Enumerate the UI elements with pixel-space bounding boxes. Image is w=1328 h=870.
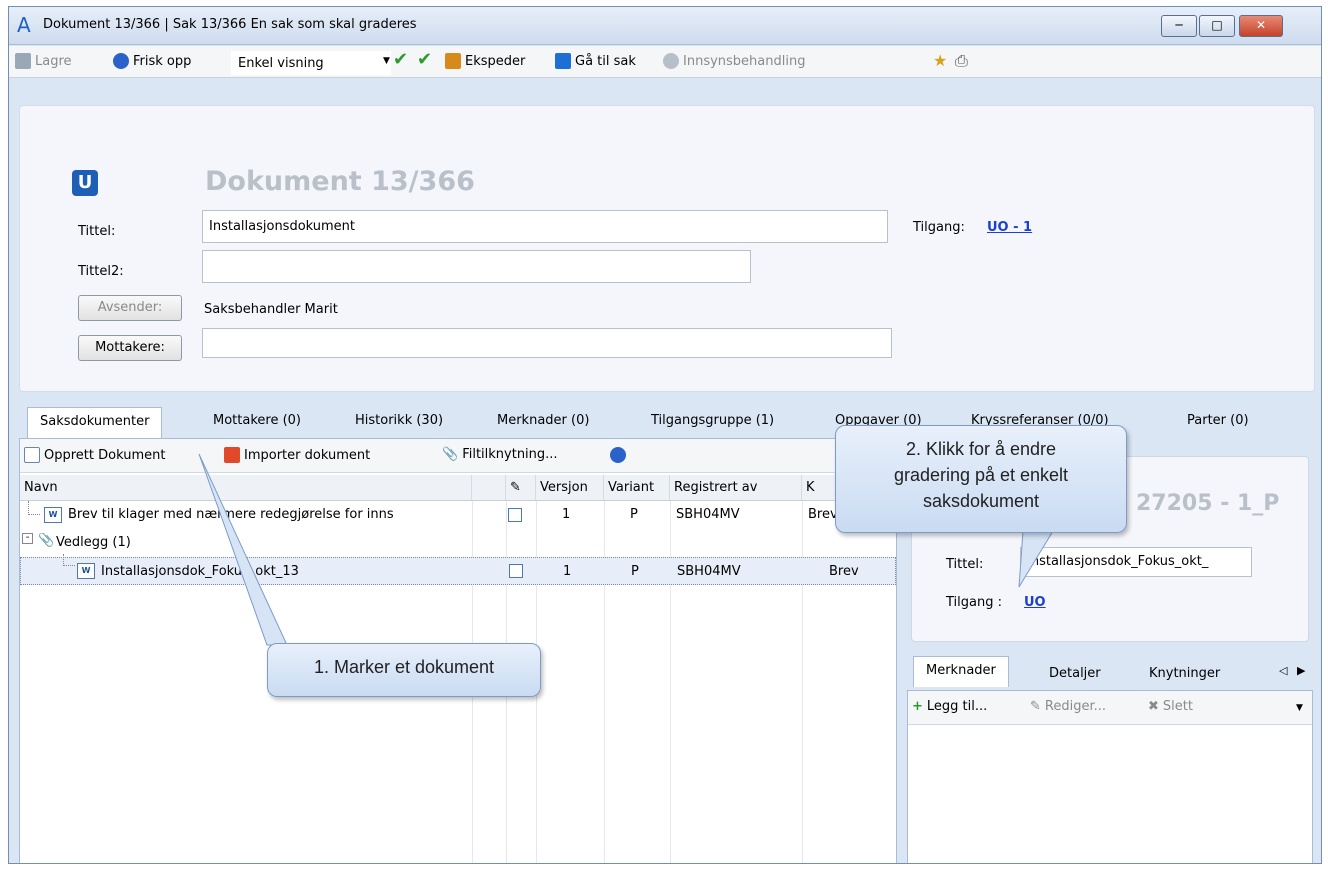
callout-pointer-2 — [1018, 530, 1054, 588]
callout-pointer-1 — [198, 453, 288, 646]
callout-step1: 1. Marker et dokument — [267, 643, 541, 697]
callout-step2-line2: gradering på et enkelt — [893, 465, 1069, 485]
callout-step2: 2. Klikk for å endre gradering på et enk… — [835, 425, 1127, 533]
callout-step2-line1: 2. Klikk for å endre — [905, 439, 1057, 459]
callout-step2-line3: saksdokument — [922, 491, 1040, 511]
document-window: A Dokument 13/366 | Sak 13/366 En sak so… — [8, 6, 1322, 864]
